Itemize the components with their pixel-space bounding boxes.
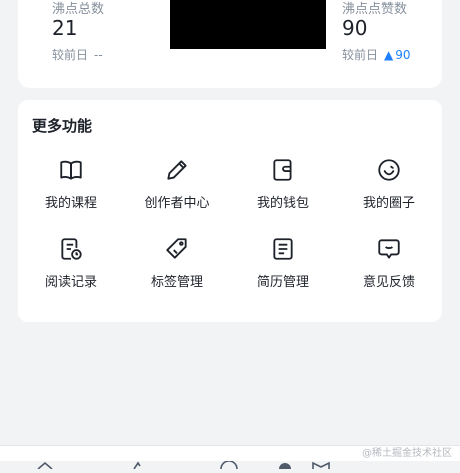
feature-label: 简历管理 (256, 275, 309, 290)
compare-label: 较前日 (52, 48, 89, 62)
stat-value-likes: 90 (342, 16, 368, 40)
stat-label-total: 沸点总数 (52, 2, 105, 17)
bottom-tab-bar: @稀土掘金技术社区 (0, 445, 460, 473)
wallet-icon (270, 157, 296, 183)
pencil-icon (164, 157, 190, 183)
compare-value: -- (94, 48, 103, 62)
triangle-up-icon: ▲ (384, 48, 394, 62)
mine-tab-icon[interactable] (312, 454, 330, 469)
feature-my-wallet[interactable]: 我的钱包 (230, 157, 336, 217)
feature-my-courses[interactable]: 我的课程 (18, 157, 124, 217)
pins-tab-icon[interactable] (128, 454, 146, 470)
stat-compare-total: 较前日 -- (52, 46, 103, 63)
feature-label: 意见反馈 (362, 275, 415, 290)
book-icon (58, 157, 84, 183)
watermark: @稀土掘金技术社区 (362, 448, 452, 459)
feature-tag-management[interactable]: 标签管理 (124, 236, 230, 296)
activity-tab-icon[interactable] (276, 454, 294, 473)
feature-label: 标签管理 (150, 275, 203, 290)
discover-tab-icon[interactable] (220, 454, 238, 470)
resume-icon (270, 236, 296, 262)
stat-compare-likes: 较前日 ▲ 90 (342, 46, 411, 63)
feature-label: 我的圈子 (362, 196, 415, 211)
compare-value: 90 (395, 48, 411, 62)
redacted-block (170, 0, 326, 49)
feature-label: 我的钱包 (256, 196, 309, 211)
feature-label: 阅读记录 (44, 275, 97, 290)
home-tab-icon[interactable] (36, 454, 54, 470)
more-features-card: 更多功能 我的课程 创作者中心 我的钱包 我的圈子 阅读记录 标签管理 简历管理… (18, 100, 442, 322)
stats-card: 沸点总数 21 较前日 -- 沸点点赞数 90 较前日 ▲ 90 (18, 0, 442, 88)
feature-label: 我的课程 (44, 196, 97, 211)
tag-icon (164, 236, 190, 262)
reading-history-icon (58, 236, 84, 262)
smile-circle-icon (376, 157, 402, 183)
feature-resume-management[interactable]: 简历管理 (230, 236, 336, 296)
compare-label: 较前日 (342, 48, 379, 62)
feature-creator-center[interactable]: 创作者中心 (124, 157, 230, 217)
feedback-icon (376, 236, 402, 262)
feature-reading-history[interactable]: 阅读记录 (18, 236, 124, 296)
feature-my-circle[interactable]: 我的圈子 (336, 157, 442, 217)
stat-label-likes: 沸点点赞数 (342, 2, 408, 17)
feature-feedback[interactable]: 意见反馈 (336, 236, 442, 296)
stat-value-total: 21 (52, 16, 78, 40)
section-title: 更多功能 (32, 117, 93, 135)
feature-label: 创作者中心 (144, 196, 210, 211)
